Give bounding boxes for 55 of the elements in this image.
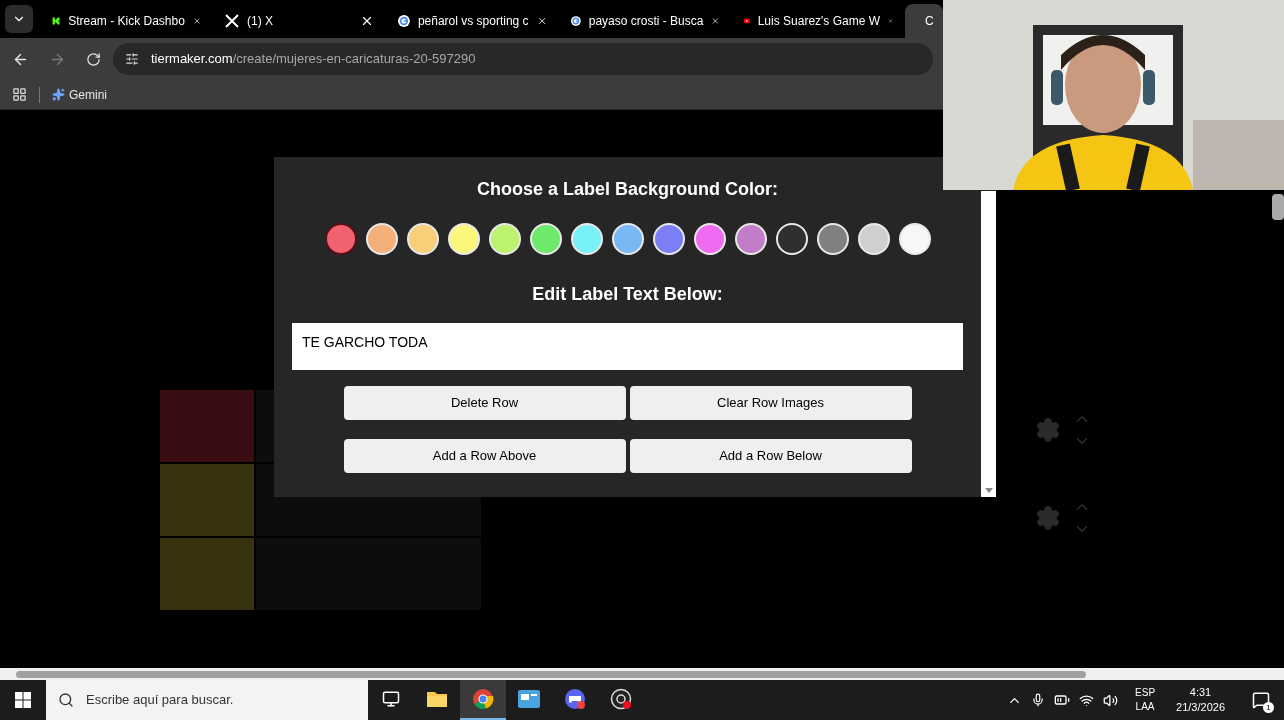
tab-title: Stream - Kick Dashbo [68,13,185,30]
folder-icon [426,690,448,708]
clock[interactable]: 4:31 21/3/2026 [1176,685,1225,715]
tab-title: Luis Suarez's Game W [757,13,881,30]
browser-tab[interactable]: (1) X [213,4,386,38]
language-indicator[interactable]: ESP LAA [1135,686,1156,714]
wifi-icon[interactable] [1079,692,1095,708]
window-app-icon [518,690,540,708]
browser-tab[interactable]: peñarol vs sporting c [386,4,559,38]
notifications-button[interactable]: 1 [1246,685,1276,715]
horizontal-scrollbar[interactable] [0,668,1284,680]
url-text: tiermaker.com/create/mujeres-en-caricaturas-20-597290 [151,50,476,69]
task-view-icon [382,690,400,708]
scroll-down-icon[interactable] [984,488,993,493]
message-icon [1252,691,1270,709]
x-logo-icon [225,14,239,28]
browser-tab[interactable]: Luis Suarez's Game W [732,4,905,38]
browser-tab[interactable]: Stream - Kick Dashbo [40,4,213,38]
browser-tab[interactable]: payaso crosti - Busca [559,4,732,38]
windows-logo-icon [15,692,31,708]
record-app-icon [610,688,632,710]
mic-icon[interactable] [1031,693,1046,707]
dialog-button[interactable]: Add a Row Below [629,439,912,473]
color-swatch[interactable] [324,223,357,255]
label-text-field[interactable]: TE GARCHO TODA [292,323,963,370]
taskbar-search-field[interactable]: Escribe aquí para buscar. [46,680,368,720]
google-logo-icon [571,13,581,29]
dialog-heading: Edit Label Text Below: [532,283,723,306]
volume-icon[interactable] [1103,692,1119,708]
sparkle-icon [52,88,65,101]
close-icon[interactable] [360,14,374,28]
dialog-button[interactable]: Delete Row [343,386,626,420]
dialog-button[interactable]: Add a Row Above [343,439,626,473]
scrollbar[interactable] [1272,194,1284,220]
search-placeholder: Escribe aquí para buscar. [86,691,234,710]
site-settings-icon [125,52,139,66]
battery-icon[interactable] [1054,692,1071,708]
tab-list-button[interactable] [5,5,33,33]
search-icon [58,692,74,708]
bookmark[interactable]: Gemini [52,85,107,104]
browser-tab[interactable]: C [905,4,943,38]
tab-title: peñarol vs sporting c [417,13,529,30]
taskbar-app-button[interactable] [460,680,506,720]
scrollbar[interactable] [981,191,996,497]
dialog-heading: Choose a Label Background Color: [476,178,778,201]
tab-title: payaso crosti - Busca [588,13,704,30]
google-logo-icon [398,13,410,29]
apps-icon[interactable] [12,87,27,102]
address-field[interactable]: tiermaker.com/create/mujeres-en-caricaturas-20-597290 [113,43,933,75]
tab-title: (1) X [247,13,274,30]
notification-count: 1 [1263,702,1274,713]
tab-title: C [925,13,934,30]
dialog-button[interactable]: Clear Row Images [629,386,912,420]
reload-icon[interactable] [86,51,101,67]
chrome-icon [472,688,494,710]
